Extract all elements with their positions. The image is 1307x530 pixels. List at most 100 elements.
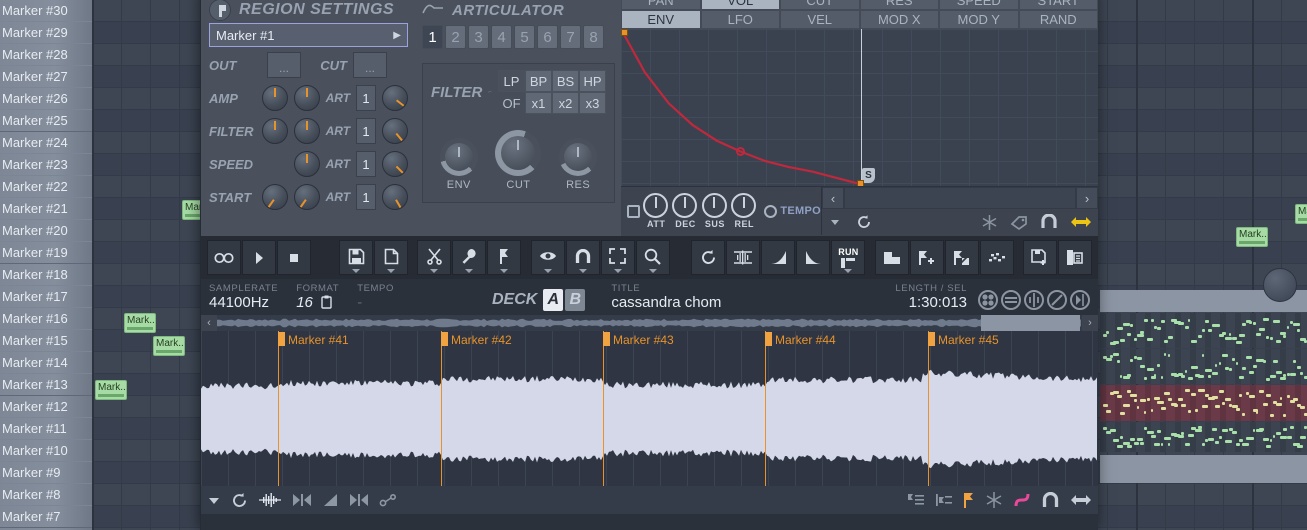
amp-knob-2[interactable]	[293, 85, 320, 111]
sus-knob[interactable]	[701, 193, 727, 218]
play-view-icon[interactable]	[1070, 290, 1090, 310]
filter-art-value[interactable]: 1	[356, 118, 376, 144]
amp-art-knob[interactable]	[381, 85, 408, 111]
articulator-slot-8[interactable]: 8	[583, 25, 604, 49]
piano-roll-key-label[interactable]: Marker #7	[0, 506, 92, 528]
piano-roll-key-label[interactable]: Marker #9	[0, 462, 92, 484]
articulator-slot-4[interactable]: 4	[491, 25, 512, 49]
deck-a-button[interactable]: A	[543, 289, 564, 311]
piano-roll-key-label[interactable]: Marker #29	[0, 22, 92, 44]
speed-art-value[interactable]: 1	[356, 151, 376, 177]
piano-roll-key-label[interactable]: Marker #19	[0, 242, 92, 264]
env-mode-rand[interactable]: RAND	[1018, 10, 1098, 29]
overview-left-arrow[interactable]: ‹	[201, 315, 217, 331]
envelope-start-handle[interactable]	[621, 29, 628, 36]
att-knob[interactable]	[643, 193, 668, 218]
save-as-button[interactable]	[1022, 240, 1057, 275]
save-button[interactable]	[339, 240, 374, 275]
align-list-icon[interactable]	[907, 493, 925, 507]
magnet-icon[interactable]	[1040, 214, 1058, 230]
normalize-button[interactable]	[726, 240, 761, 275]
filter-res-knob[interactable]	[559, 138, 598, 176]
articulator-slot-3[interactable]: 3	[468, 25, 489, 49]
snap-magnet-button[interactable]	[565, 240, 600, 275]
amp-art-value[interactable]: 1	[356, 85, 376, 111]
scroll-left-arrow[interactable]: ‹	[822, 187, 844, 209]
marker-button[interactable]	[487, 240, 522, 275]
piano-roll-key-label[interactable]: Marker #13	[0, 374, 92, 396]
scroll-track[interactable]	[844, 187, 1076, 209]
playlist-pattern-clip[interactable]	[1100, 385, 1307, 421]
chevron-right-icon[interactable]: ▶	[393, 30, 401, 41]
add-marker-button[interactable]	[909, 240, 944, 275]
piano-roll-key-label[interactable]: Marker #27	[0, 66, 92, 88]
loop-button[interactable]	[207, 240, 241, 275]
piano-roll-key-label[interactable]: Marker #8	[0, 484, 92, 506]
piano-roll-key-label[interactable]: Marker #12	[0, 396, 92, 418]
snowflake-icon-bottom[interactable]	[985, 491, 1003, 509]
fade-out-button[interactable]	[796, 240, 831, 275]
speed-art-knob[interactable]	[381, 151, 408, 177]
piano-roll-key-label[interactable]: Marker #10	[0, 440, 92, 462]
resize-icon-bottom[interactable]	[1070, 493, 1092, 507]
envelope-menu-icon[interactable]	[828, 215, 842, 229]
env-mode-vel[interactable]: VEL	[780, 10, 860, 29]
articulator-slot-6[interactable]: 6	[537, 25, 558, 49]
waveform-display[interactable]	[201, 331, 1098, 486]
piano-roll-key-label[interactable]: Marker #14	[0, 352, 92, 374]
filter-knob-2[interactable]	[293, 118, 320, 144]
slice-region-button[interactable]	[874, 240, 909, 275]
slice-line[interactable]	[765, 331, 766, 486]
new-page-button[interactable]	[374, 240, 409, 275]
link-icon[interactable]	[379, 493, 397, 507]
filter-env-knob[interactable]	[439, 138, 478, 176]
amp-knob-1[interactable]	[261, 85, 288, 111]
playlist-pattern-clip[interactable]	[1100, 349, 1307, 384]
resize-icon[interactable]	[1070, 215, 1092, 229]
magnet-icon-bottom[interactable]	[1041, 492, 1060, 508]
piano-roll-key-label[interactable]: Marker #17	[0, 286, 92, 308]
view-button[interactable]	[530, 240, 565, 275]
rel-knob[interactable]	[731, 193, 757, 218]
slice-label[interactable]: Marker #41	[284, 333, 349, 347]
snap-start-icon[interactable]	[292, 493, 312, 507]
filter-type-lp[interactable]: LP	[498, 70, 525, 92]
envelope-scrollbar[interactable]: ‹ ›	[821, 187, 1098, 209]
envelope-graph[interactable]: S	[621, 29, 1098, 187]
piano-roll-key-label[interactable]: Marker #18	[0, 264, 92, 286]
decay-icon[interactable]	[322, 493, 339, 507]
piano-roll-note-clip[interactable]: Mark..	[95, 380, 127, 400]
waveform-overview-scrollbar[interactable]: ‹ ›	[201, 315, 1098, 331]
filter-type-hp[interactable]: HP	[579, 70, 606, 92]
env-target-cut[interactable]: CUT	[780, 0, 860, 10]
slash-view-icon[interactable]	[1047, 290, 1067, 310]
waveform-editor[interactable]: Marker #41 Marker #42 Marker #43 Marker #44…	[201, 331, 1098, 486]
articulator-slot-7[interactable]: 7	[560, 25, 581, 49]
articulator-slot-2[interactable]: 2	[445, 25, 466, 49]
cut-button[interactable]: ...	[353, 52, 387, 78]
envelope-tension-node[interactable]	[736, 147, 745, 156]
piano-roll-note-clip[interactable]: Mark..	[1295, 204, 1307, 224]
start-knob-2[interactable]	[293, 184, 320, 210]
clipboard-icon[interactable]	[321, 295, 332, 309]
piano-roll-key-label[interactable]: Marker #20	[0, 220, 92, 242]
filter-type-bp[interactable]: BP	[525, 70, 552, 92]
bottom-reset-icon[interactable]	[231, 492, 248, 509]
cut-button[interactable]	[417, 240, 452, 275]
piano-roll-key-label[interactable]: Marker #28	[0, 44, 92, 66]
piano-roll-key-label[interactable]: Marker #24	[0, 132, 92, 154]
articulator-slot-1[interactable]: 1	[422, 25, 443, 49]
env-target-start[interactable]: START	[1018, 0, 1098, 10]
deck-b-button[interactable]: B	[565, 289, 586, 311]
piano-roll-key-label[interactable]: Marker #23	[0, 154, 92, 176]
slice-line[interactable]	[441, 331, 442, 486]
scroll-right-arrow[interactable]: ›	[1076, 187, 1098, 209]
env-mode-lfo[interactable]: LFO	[700, 10, 780, 29]
piano-roll-note-clip[interactable]: Mark..	[153, 336, 185, 356]
env-target-res[interactable]: RES	[859, 0, 939, 10]
marker-flag-icon[interactable]	[963, 492, 975, 509]
run-button[interactable]: RUN	[831, 240, 866, 275]
playlist-pattern-clip[interactable]	[1100, 313, 1307, 348]
piano-roll-key-label[interactable]: Marker #15	[0, 330, 92, 352]
filter-cut-knob[interactable]	[495, 130, 542, 176]
